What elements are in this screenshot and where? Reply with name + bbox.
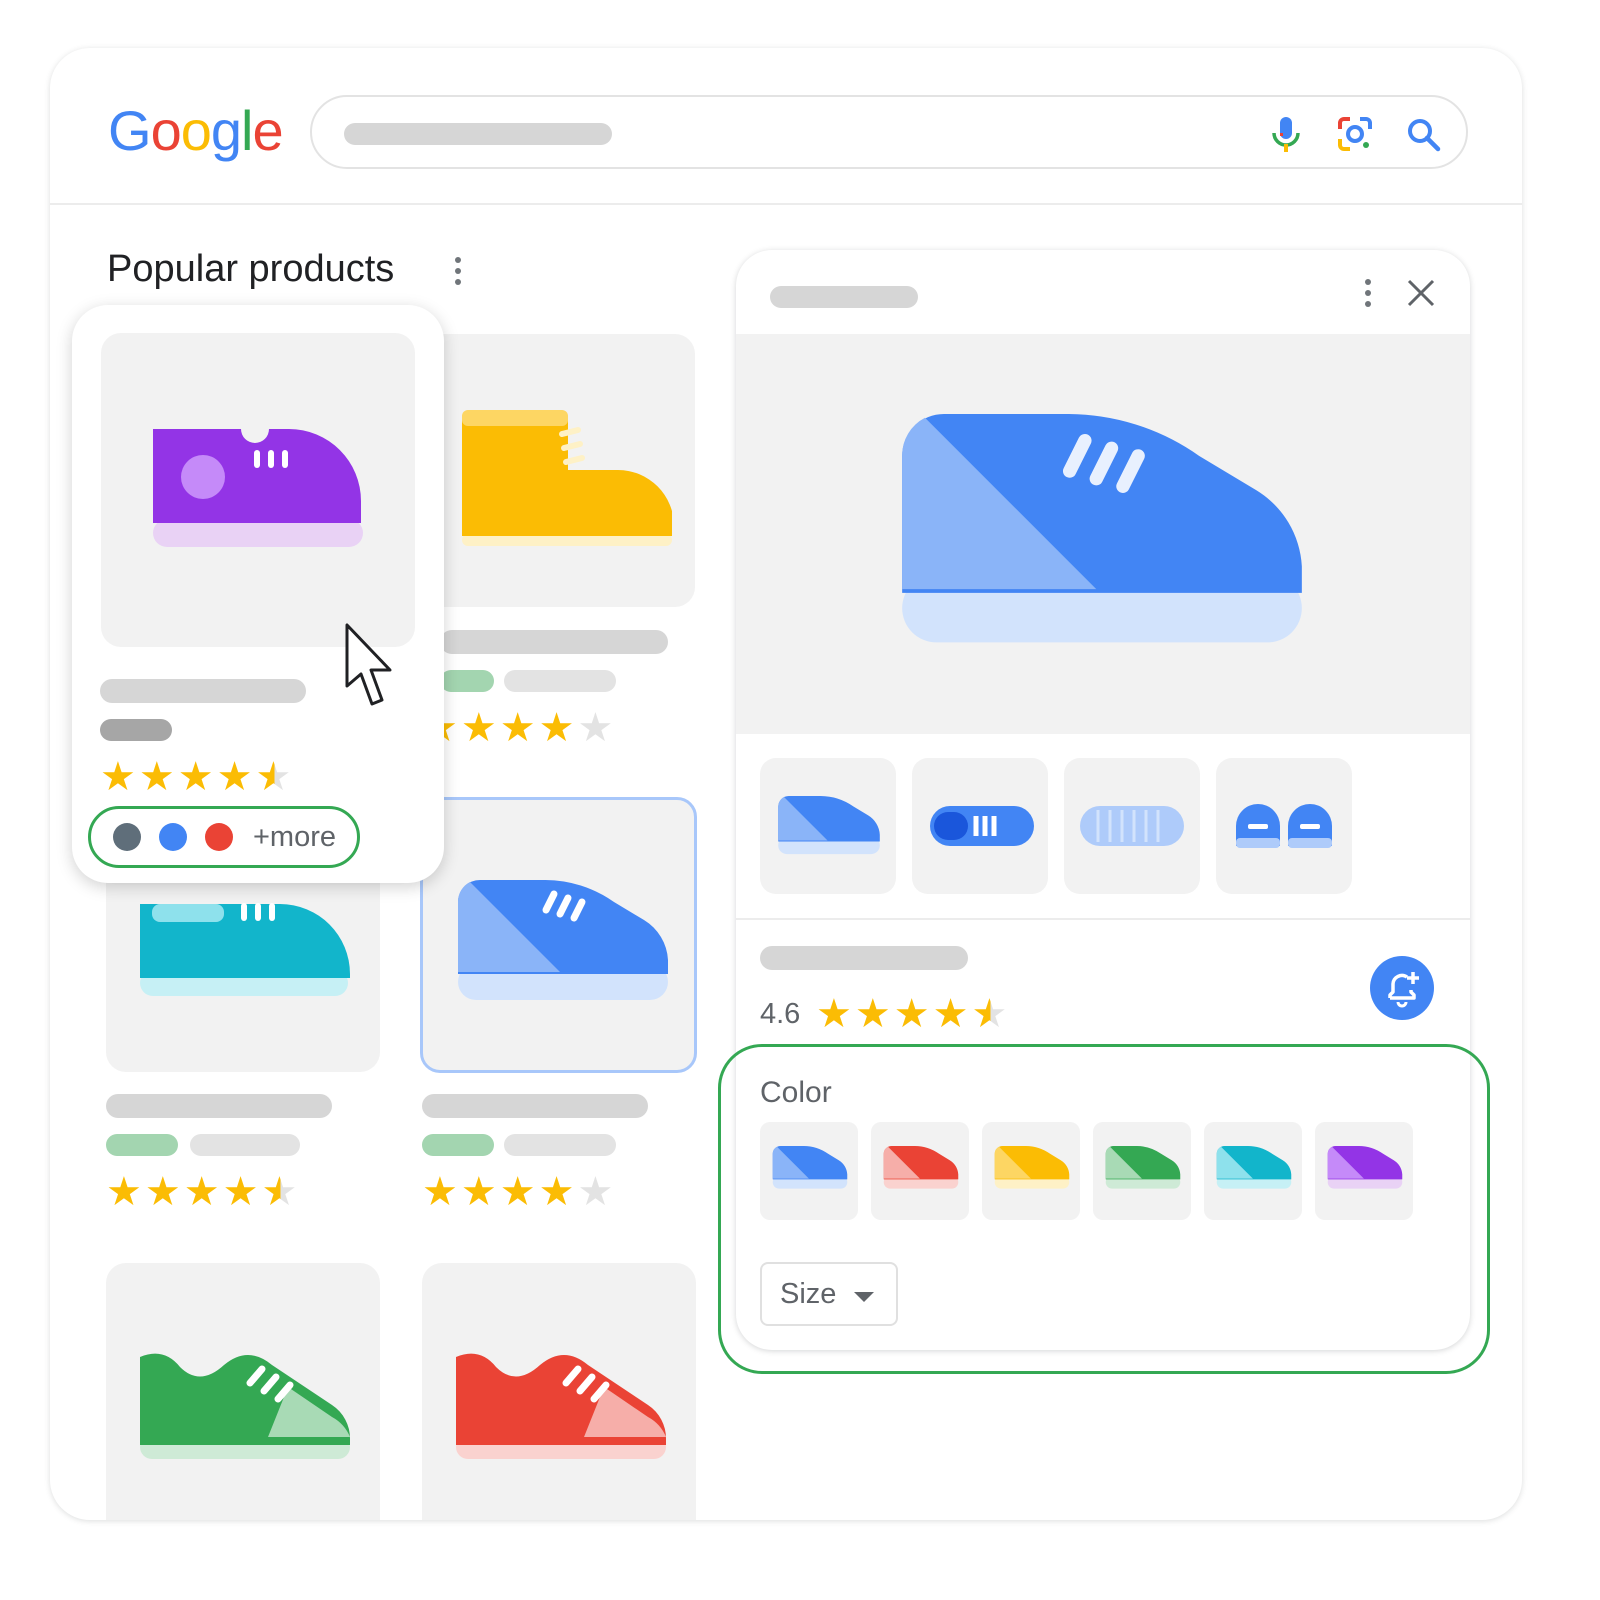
product-title-placeholder — [100, 679, 306, 703]
product-title-placeholder — [440, 630, 668, 654]
purple-sneaker-image — [153, 429, 363, 547]
header-divider — [50, 203, 1522, 205]
price-placeholder — [106, 1134, 178, 1156]
lens-camera-icon[interactable] — [1336, 115, 1374, 153]
thumbnail-front-view[interactable] — [1216, 758, 1352, 894]
blue-sneaker-image — [457, 880, 668, 1000]
star-filled: ★★★★ — [100, 755, 256, 799]
red-sneaker-image — [456, 1353, 667, 1459]
section-title: Popular products — [107, 248, 395, 290]
blue-sneaker-image — [778, 796, 880, 855]
star-filled: ★★★★ — [422, 1170, 578, 1214]
store-placeholder — [504, 1134, 616, 1156]
close-icon[interactable] — [1406, 278, 1436, 308]
product-image-tile[interactable] — [422, 1263, 696, 1520]
star-empty: ★ — [577, 1170, 617, 1214]
product-title-placeholder — [422, 1094, 648, 1118]
product-name-placeholder — [760, 946, 968, 970]
thumbnail-side-view[interactable] — [760, 758, 896, 894]
search-query-placeholder — [344, 123, 612, 145]
teal-sneaker-image — [140, 903, 350, 996]
logo-letter: o — [180, 99, 212, 162]
blue-sneaker-sole-image — [1080, 806, 1184, 846]
product-image-tile[interactable] — [420, 334, 695, 607]
blue-sneaker-top-image — [930, 806, 1034, 846]
panel-title-placeholder — [770, 286, 918, 308]
price-alert-button[interactable] — [1370, 956, 1434, 1020]
logo-letter: G — [108, 99, 152, 162]
panel-divider — [736, 918, 1470, 920]
thumbnail-top-view[interactable] — [912, 758, 1048, 894]
product-rating-stars: ★★★★★ — [106, 1172, 300, 1212]
product-image-tile[interactable] — [101, 333, 415, 647]
logo-letter: o — [150, 99, 182, 162]
more-vert-icon[interactable] — [1360, 278, 1376, 310]
product-rating-stars: ★★★★★ — [422, 1172, 616, 1212]
logo-letter: l — [241, 99, 253, 162]
color-variants-chip[interactable]: +more — [88, 806, 360, 868]
logo-letter: e — [252, 99, 283, 162]
search-icon[interactable] — [1406, 117, 1442, 153]
price-placeholder — [422, 1134, 494, 1156]
main-product-image-area — [736, 334, 1470, 734]
store-placeholder — [504, 670, 616, 692]
product-image-tile[interactable] — [106, 1263, 380, 1520]
product-image-tile-selected[interactable] — [420, 797, 697, 1073]
color-dot-red[interactable] — [205, 823, 233, 851]
color-dot-blue[interactable] — [159, 823, 187, 851]
product-rating-stars: ★★★★★ — [422, 708, 616, 748]
star-filled: ★★★★ — [422, 706, 578, 750]
star-filled: ★★★★ — [816, 992, 972, 1036]
thumbnail-sole-view[interactable] — [1064, 758, 1200, 894]
search-box[interactable] — [310, 95, 1468, 169]
microphone-icon[interactable] — [1268, 115, 1304, 153]
star-half: ★ — [971, 992, 1011, 1036]
star-filled: ★★★★ — [106, 1170, 262, 1214]
star-empty: ★ — [577, 706, 617, 750]
blue-sneaker-front-image — [1236, 804, 1332, 848]
price-placeholder — [100, 719, 172, 741]
color-dot-slate[interactable] — [113, 823, 141, 851]
blue-sneaker-large-image — [902, 414, 1302, 643]
google-logo[interactable]: Google — [108, 96, 284, 166]
more-colors-label[interactable]: +more — [253, 821, 336, 854]
store-placeholder — [190, 1134, 300, 1156]
price-placeholder — [440, 670, 494, 692]
detail-rating-stars: ★★★★★ — [816, 994, 1010, 1034]
product-title-placeholder — [106, 1094, 332, 1118]
logo-letter: g — [210, 99, 242, 162]
yellow-boot-image — [462, 410, 672, 546]
star-half: ★ — [261, 1170, 301, 1214]
price-alert-bell-icon — [1388, 972, 1419, 1008]
green-sneaker-image — [140, 1353, 351, 1459]
rating-value: 4.6 — [760, 998, 801, 1030]
variant-selector-highlight — [718, 1044, 1490, 1374]
hovered-product-card[interactable]: ★★★★★ — [72, 305, 444, 883]
star-half: ★ — [255, 755, 295, 799]
more-vert-icon[interactable] — [450, 256, 466, 288]
product-rating-stars: ★★★★★ — [100, 757, 294, 797]
mouse-pointer-icon — [345, 623, 392, 706]
